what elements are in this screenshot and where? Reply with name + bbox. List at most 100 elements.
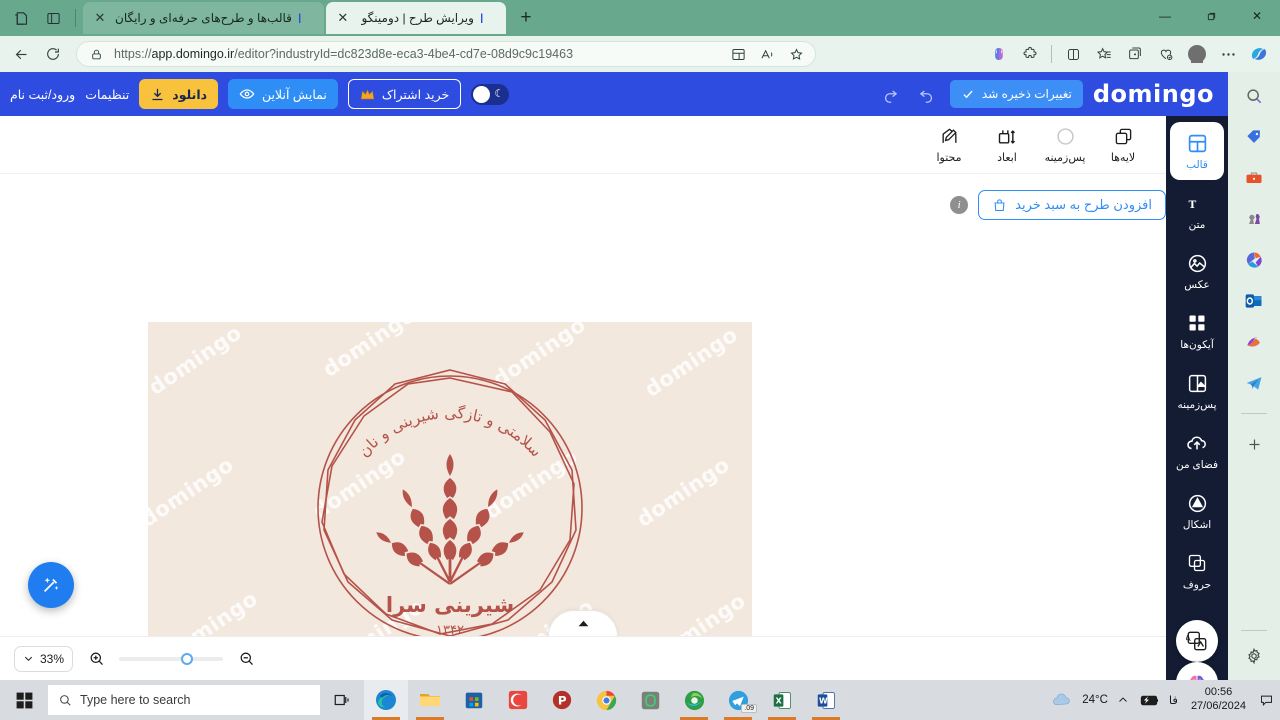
taskbar-search-input[interactable]: Type here to search <box>48 685 320 715</box>
reload-icon[interactable] <box>38 39 68 69</box>
moon-icon: ☾ <box>494 87 505 100</box>
zoom-level-select[interactable]: 33% <box>14 645 74 672</box>
taskbar-app-telegram[interactable]: .09 <box>716 680 760 720</box>
cloud-icon[interactable] <box>1051 692 1073 708</box>
magic-wand-button[interactable] <box>28 562 74 608</box>
zoom-slider-handle[interactable] <box>181 652 194 665</box>
extensions-icon[interactable] <box>1015 39 1045 69</box>
split-screen-icon[interactable] <box>727 43 749 65</box>
sidebar-item-template[interactable]: قالب <box>1170 122 1224 180</box>
zoom-slider[interactable] <box>119 652 224 665</box>
letters-icon <box>1187 551 1207 575</box>
tools-briefcase-icon[interactable] <box>1240 164 1268 192</box>
favorite-star-icon[interactable] <box>785 43 807 65</box>
telegram-icon[interactable] <box>1240 369 1268 397</box>
taskbar-app-edge[interactable] <box>364 680 408 720</box>
back-icon[interactable] <box>6 39 36 69</box>
download-label: دانلود <box>172 87 208 102</box>
rail-settings-icon[interactable] <box>1240 642 1268 670</box>
tool-label: پس‌زمینه <box>1044 151 1086 164</box>
outlook-icon[interactable] <box>1240 287 1268 315</box>
background-circle-icon <box>1055 126 1076 148</box>
letters-badge[interactable]: A <box>1176 620 1218 662</box>
profile-avatar[interactable] <box>1182 39 1212 69</box>
favorites-icon[interactable] <box>1089 39 1119 69</box>
tool-label: محتوا <box>936 151 962 164</box>
new-tab-button[interactable]: + <box>512 4 540 32</box>
minimize-button[interactable]: — <box>1142 0 1188 32</box>
browser-essentials-icon[interactable] <box>1058 39 1088 69</box>
settings-more-icon[interactable] <box>1213 39 1243 69</box>
tabstrip-divider <box>75 9 76 27</box>
address-bar[interactable]: https://app.domingo.ir/editor?industryId… <box>76 41 816 67</box>
watermark: domingo <box>148 452 239 532</box>
tool-dimensions[interactable]: ابعاد <box>980 120 1034 170</box>
taskbar-app-notes[interactable] <box>628 680 672 720</box>
language-indicator[interactable]: فا <box>1169 693 1178 707</box>
settings-link[interactable]: تنظیمات <box>85 87 129 102</box>
ai-assistant-badge[interactable] <box>1176 662 1218 680</box>
taskbar-app-potplayer[interactable]: P <box>540 680 584 720</box>
weather-temp[interactable]: 24°C <box>1082 694 1108 706</box>
close-icon[interactable]: ✕ <box>92 10 108 26</box>
sidebar-item-shapes[interactable]: اشکال <box>1170 482 1224 540</box>
chevron-up-icon[interactable] <box>1117 694 1129 706</box>
zoom-in-icon[interactable] <box>85 648 107 670</box>
shopping-tag-icon[interactable] <box>1240 123 1268 151</box>
taskbar-app-camtasia[interactable] <box>496 680 540 720</box>
sidebar-item-text[interactable]: TT متن <box>1170 182 1224 240</box>
copilot-icon[interactable] <box>984 39 1014 69</box>
sidebar-item-icons[interactable]: آیکون‌ها <box>1170 302 1224 360</box>
tool-content[interactable]: محتوا <box>922 120 976 170</box>
preview-online-button[interactable]: نمایش آنلاین <box>228 79 338 109</box>
clock[interactable]: 00:56 27/06/2024 <box>1187 686 1250 714</box>
domingo-logo[interactable]: domingo <box>1093 80 1214 108</box>
browser-tab-2[interactable]: d ویرایش طرح | دومینگو ✕ <box>325 2 506 34</box>
taskbar-app-microsoft-store[interactable] <box>452 680 496 720</box>
sidebar-item-my-space[interactable]: فضای من <box>1170 422 1224 480</box>
search-icon[interactable] <box>1240 82 1268 110</box>
tool-background[interactable]: پس‌زمینه <box>1038 120 1092 170</box>
taskbar-app-word[interactable]: W <box>804 680 848 720</box>
sidebar-item-letters[interactable]: حروف <box>1170 542 1224 600</box>
read-aloud-icon[interactable] <box>756 43 778 65</box>
template-icon <box>1187 131 1208 155</box>
task-view-icon[interactable] <box>320 680 364 720</box>
login-register-link[interactable]: ورود/ثبت نام <box>10 87 75 102</box>
info-icon[interactable]: i <box>950 196 969 214</box>
tool-layers[interactable]: لایه‌ها <box>1096 120 1150 170</box>
taskbar-app-idm[interactable] <box>672 680 716 720</box>
games-icon[interactable] <box>1240 205 1268 233</box>
close-icon[interactable]: ✕ <box>335 10 351 26</box>
battery-charging-icon[interactable] <box>1138 694 1160 707</box>
taskbar-app-file-explorer[interactable] <box>408 680 452 720</box>
download-button[interactable]: دانلود <box>139 79 219 109</box>
zoom-out-icon[interactable] <box>235 648 257 670</box>
collections-icon[interactable] <box>1120 39 1150 69</box>
sidebar-item-label: آیکون‌ها <box>1180 339 1214 351</box>
add-to-cart-button[interactable]: افزودن طرح به سبد خرید <box>978 190 1166 220</box>
browser-tab-1[interactable]: d قالب‌ها و طرح‌های حرفه‌ای و رایگان ✕ <box>83 2 324 34</box>
design-artboard[interactable]: domingo domingo domingo domingo domingo … <box>148 322 752 680</box>
add-icon[interactable] <box>1240 430 1268 458</box>
tab-actions-icon[interactable] <box>38 3 68 33</box>
sidebar-item-background[interactable]: پس‌زمینه <box>1170 362 1224 420</box>
dark-mode-toggle[interactable]: ☾ <box>471 83 510 105</box>
windows-start-icon[interactable] <box>0 680 48 720</box>
workspaces-icon[interactable] <box>6 3 36 33</box>
redo-icon[interactable] <box>878 81 904 107</box>
microsoft-365-icon[interactable] <box>1240 246 1268 274</box>
subscribe-button[interactable]: خرید اشتراک <box>347 79 462 109</box>
close-window-button[interactable]: ✕ <box>1234 0 1280 32</box>
rail-bottom <box>1228 627 1280 680</box>
browser-health-icon[interactable] <box>1151 39 1181 69</box>
undo-icon[interactable] <box>914 81 940 107</box>
designer-icon[interactable] <box>1240 328 1268 356</box>
taskbar-app-excel[interactable]: X <box>760 680 804 720</box>
taskbar-app-chrome[interactable] <box>584 680 628 720</box>
text-icon: TT <box>1185 191 1209 215</box>
maximize-button[interactable] <box>1188 0 1234 32</box>
sidebar-item-image[interactable]: عکس <box>1170 242 1224 300</box>
notification-icon[interactable] <box>1259 693 1274 708</box>
copilot-sidebar-icon[interactable] <box>1244 39 1274 69</box>
